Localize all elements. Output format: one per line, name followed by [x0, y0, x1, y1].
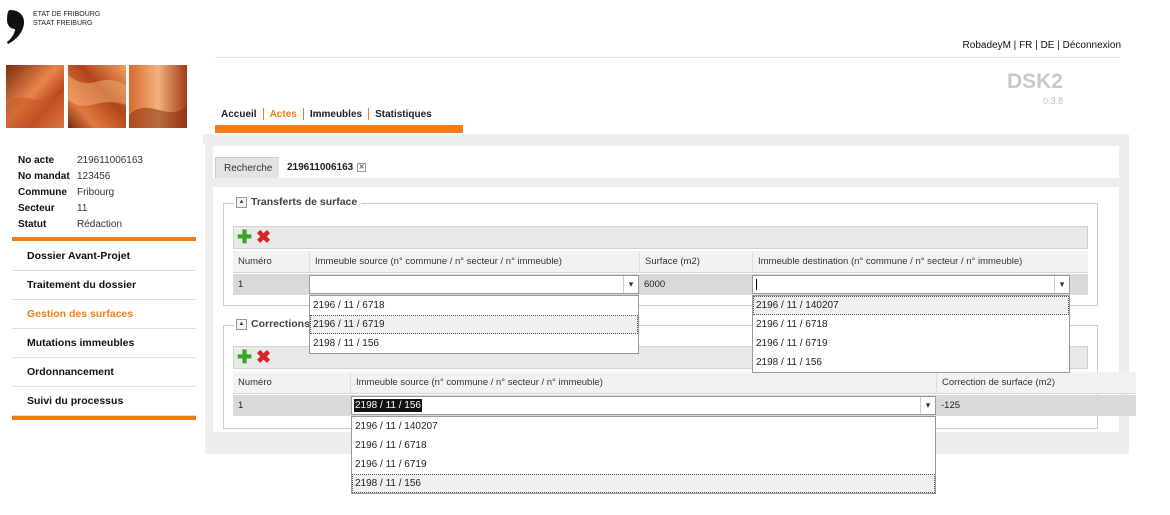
dropdown-option[interactable]: 2196 / 11 / 6719	[753, 334, 1069, 353]
menu-item-traitement-dossier[interactable]: Traitement du dossier	[12, 271, 196, 300]
plus-icon[interactable]: ✚	[237, 348, 252, 366]
info-no-acte: 219611006163	[77, 155, 143, 166]
dropdown-option[interactable]: 2198 / 11 / 156	[753, 353, 1069, 372]
chevron-down-icon[interactable]: ▾	[1054, 276, 1069, 293]
info-label: Statut	[18, 219, 47, 230]
collapse-toggle-icon[interactable]: ▲	[236, 196, 247, 208]
nav-statistiques[interactable]: Statistiques	[369, 109, 438, 120]
act-info: No acte 219611006163 No mandat 123456 Comm…	[18, 153, 143, 233]
dropdown-option[interactable]: 2196 / 11 / 6718	[753, 315, 1069, 334]
menu-bottom-bar	[12, 416, 196, 420]
destination-dropdown: 2196 / 11 / 140207 2196 / 11 / 6718 2196…	[752, 295, 1070, 373]
header-photo-1	[6, 65, 64, 128]
source-combo[interactable]: ▾	[309, 275, 639, 294]
chevron-down-icon[interactable]: ▾	[623, 276, 638, 293]
menu-item-gestion-surfaces[interactable]: Gestion des surfaces	[12, 300, 196, 329]
nav-accueil[interactable]: Accueil	[215, 109, 263, 120]
cross-icon[interactable]: ✖	[256, 228, 271, 246]
dropdown-option[interactable]: 2196 / 11 / 6719	[310, 315, 638, 334]
tab-current-label: 219611006163	[287, 162, 354, 173]
app-version: 0.3.8	[1042, 96, 1063, 106]
user-bar: RobadeyM | FR | DE | Déconnexion	[962, 40, 1121, 51]
col-immeuble-source[interactable]: Immeuble source (n° commune / n° secteur…	[309, 251, 639, 273]
dropdown-option[interactable]: 2198 / 11 / 156	[352, 474, 935, 493]
corrections-legend: ▲ Corrections	[234, 318, 314, 330]
menu-item-ordonnancement[interactable]: Ordonnancement	[12, 358, 196, 387]
correction-source-combo[interactable]: 2198 / 11 / 156 ▾	[351, 396, 936, 415]
tab-current-act[interactable]: 219611006163 ✕	[279, 157, 375, 178]
transferts-grid-header: Numéro Immeuble source (n° commune / n° …	[233, 251, 1088, 273]
menu-top-bar	[12, 237, 196, 241]
correction-source-value: 2198 / 11 / 156	[354, 399, 422, 412]
logo-line-1: ETAT DE FRIBOURG	[33, 11, 101, 18]
transferts-title: Transferts de surface	[251, 196, 358, 208]
cell-surface: 6000	[644, 279, 666, 290]
info-secteur: 11	[77, 203, 88, 214]
menu-item-dossier-avant-projet[interactable]: Dossier Avant-Projet	[12, 242, 196, 271]
info-label: No acte	[18, 155, 55, 166]
info-label: Commune	[18, 187, 67, 198]
lang-fr-link[interactable]: FR	[1019, 40, 1032, 51]
col-immeuble-source[interactable]: Immeuble source (n° commune / n° secteur…	[350, 372, 936, 394]
side-menu: Dossier Avant-Projet Traitement du dossi…	[12, 242, 196, 416]
cell-correction: -125	[941, 400, 961, 411]
destination-combo[interactable]: ▾	[752, 275, 1070, 294]
logo-text: ETAT DE FRIBOURG STAAT FREIBURG	[33, 10, 100, 28]
plus-icon[interactable]: ✚	[237, 228, 252, 246]
transferts-legend: ▲ Transferts de surface	[234, 196, 362, 208]
corrections-grid-header: Numéro Immeuble source (n° commune / n° …	[233, 372, 1136, 394]
header-photo-2	[68, 65, 126, 128]
fribourg-logo-icon	[7, 10, 24, 44]
col-numero[interactable]: Numéro	[233, 251, 309, 273]
logo-line-2: STAAT FREIBURG	[33, 20, 93, 27]
logout-link[interactable]: Déconnexion	[1063, 40, 1121, 51]
chevron-down-icon[interactable]: ▾	[920, 397, 935, 414]
user-name: RobadeyM	[962, 40, 1011, 51]
cross-icon[interactable]: ✖	[256, 348, 271, 366]
nav-underline	[215, 125, 463, 133]
dropdown-option[interactable]: 2198 / 11 / 156	[310, 334, 638, 353]
lang-de-link[interactable]: DE	[1041, 40, 1055, 51]
dropdown-option[interactable]: 2196 / 11 / 140207	[352, 417, 935, 436]
info-label: Secteur	[18, 203, 55, 214]
info-commune: Fribourg	[77, 187, 115, 198]
cell-numero: 1	[238, 279, 244, 290]
dropdown-option[interactable]: 2196 / 11 / 6718	[352, 436, 935, 455]
collapse-toggle-icon[interactable]: ▲	[236, 318, 247, 330]
col-numero[interactable]: Numéro	[233, 372, 350, 394]
menu-item-mutations-immeubles[interactable]: Mutations immeubles	[12, 329, 196, 358]
dropdown-option[interactable]: 2196 / 11 / 6719	[352, 455, 935, 474]
info-label: No mandat	[18, 171, 70, 182]
app-name: DSK2	[1006, 70, 1063, 93]
transferts-toolbar: ✚ ✖	[233, 226, 1088, 249]
col-surface[interactable]: Surface (m2)	[639, 251, 752, 273]
info-no-mandat: 123456	[77, 171, 111, 182]
menu-item-suivi-processus[interactable]: Suivi du processus	[12, 387, 196, 416]
col-immeuble-destination[interactable]: Immeuble destination (n° commune / n° se…	[752, 251, 1069, 273]
correction-source-dropdown: 2196 / 11 / 140207 2196 / 11 / 6718 2196…	[351, 416, 936, 494]
corrections-title: Corrections	[251, 318, 310, 330]
info-statut: Rédaction	[77, 219, 123, 230]
dropdown-option[interactable]: 2196 / 11 / 6718	[310, 296, 638, 315]
close-icon[interactable]: ✕	[357, 163, 367, 172]
dropdown-option[interactable]: 2196 / 11 / 140207	[753, 296, 1069, 315]
tab-recherche[interactable]: Recherche	[215, 157, 282, 178]
header-divider	[215, 57, 1120, 58]
source-dropdown: 2196 / 11 / 6718 2196 / 11 / 6719 2198 /…	[309, 295, 639, 354]
cell-numero: 1	[238, 400, 244, 411]
main-nav: Accueil Actes Immeubles Statistiques	[215, 108, 438, 120]
nav-immeubles[interactable]: Immeubles	[304, 109, 368, 120]
header-photo-3	[129, 65, 187, 128]
col-correction-surface[interactable]: Correction de surface (m2)	[936, 372, 1136, 394]
text-cursor	[756, 279, 757, 290]
nav-actes[interactable]: Actes	[264, 109, 303, 120]
